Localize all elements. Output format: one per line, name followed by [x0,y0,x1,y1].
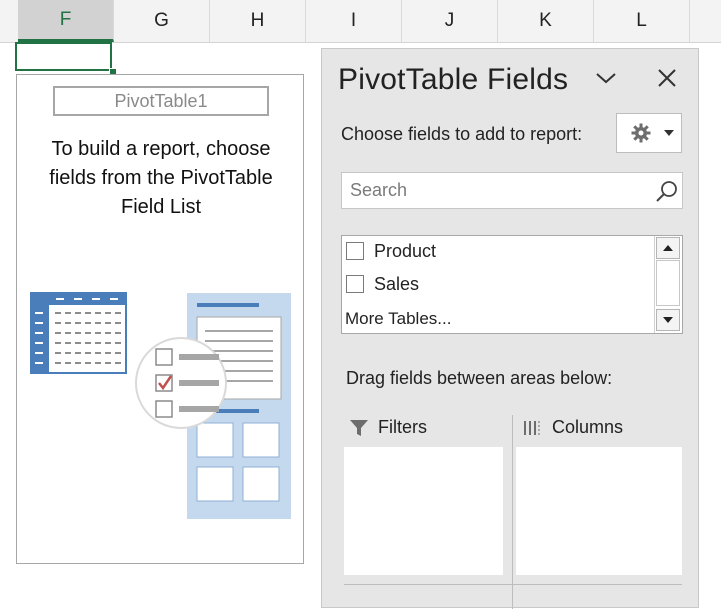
scroll-up-button[interactable] [656,237,680,259]
areas-bottom-border [344,584,682,585]
drag-fields-label: Drag fields between areas below: [346,368,613,388]
filters-area-header: Filters [348,417,427,438]
column-header-m-partial[interactable] [690,0,721,42]
pivot-table-placeholder[interactable]: PivotTable1 To build a report, choose fi… [16,74,304,564]
column-header-h[interactable]: H [210,0,306,42]
columns-icon [524,420,540,435]
column-header-bar: F G H I J K L [0,0,721,43]
field-label-sales: Sales [374,273,420,294]
pivot-table-hint: To build a report, choose fields from th… [49,138,273,218]
areas-divider [512,415,513,609]
column-header-k[interactable]: K [498,0,594,42]
column-header-j[interactable]: J [402,0,498,42]
dropdown-caret-icon [664,130,674,136]
columns-area-label: Columns [552,417,624,437]
column-header-l[interactable]: L [594,0,690,42]
active-cell-f1[interactable] [15,42,112,71]
filter-icon [350,419,368,436]
close-icon[interactable] [656,67,678,89]
scroll-down-icon [663,317,673,323]
field-checkbox-sales[interactable] [346,275,364,293]
filters-drop-area[interactable] [344,447,503,575]
filters-area-label: Filters [378,417,427,437]
field-checkbox-product[interactable] [346,242,364,260]
more-tables-link[interactable]: More Tables... [345,309,451,329]
field-label-product: Product [374,240,437,261]
field-search[interactable] [341,172,683,209]
scroll-down-button[interactable] [656,309,680,331]
pivot-table-illustration-icon [30,292,291,519]
field-item-sales[interactable]: Sales [346,271,419,297]
tools-button[interactable] [616,113,682,153]
scroll-up-icon [663,245,673,251]
field-list[interactable]: Product Sales More Tables... [341,235,683,334]
pivot-table-name: PivotTable1 [53,86,269,116]
pivot-table-fields-pane: PivotTable Fields Choose fields to add t… [321,48,699,609]
column-header-f[interactable]: F [18,0,114,42]
pane-title: PivotTable Fields [338,63,569,96]
choose-fields-label: Choose fields to add to report: [341,124,583,144]
chevron-down-icon[interactable] [594,69,618,87]
scroll-track[interactable] [656,260,680,306]
search-icon[interactable] [654,179,680,205]
columns-area-header: Columns [522,417,623,438]
field-item-product[interactable]: Product [346,238,436,264]
field-list-scrollbar[interactable] [654,236,682,333]
columns-drop-area[interactable] [516,447,682,575]
column-header-g[interactable]: G [114,0,210,42]
column-header-i[interactable]: I [306,0,402,42]
gear-icon [631,123,651,143]
search-input[interactable] [342,173,650,208]
